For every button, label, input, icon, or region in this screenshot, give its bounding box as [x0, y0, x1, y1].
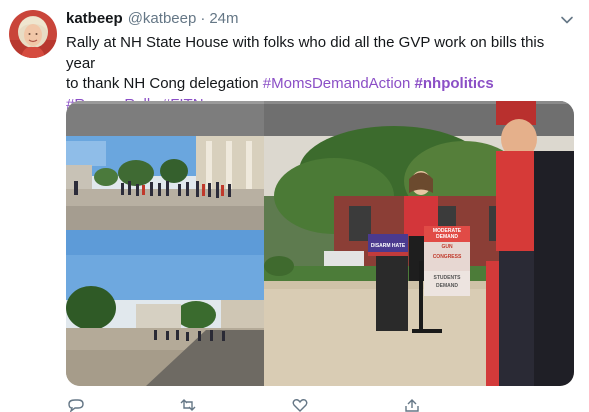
svg-text:DEMAND: DEMAND — [436, 234, 458, 240]
share-icon[interactable] — [402, 398, 422, 412]
tweet-text-line-1: Rally at NH State House with folks who d… — [66, 34, 545, 72]
photo-panorama-crowd[interactable] — [66, 101, 264, 230]
display-name[interactable]: katbeep — [66, 10, 123, 27]
like-icon[interactable] — [290, 398, 310, 412]
chevron-down-icon[interactable] — [559, 12, 575, 28]
retweet-icon[interactable] — [178, 398, 198, 412]
sign-disarm-hate: DISARM HATE — [371, 243, 406, 249]
header-separator: · — [200, 10, 206, 27]
tweet-action-bar — [66, 398, 426, 412]
svg-text:CONGRESS: CONGRESS — [433, 254, 462, 260]
avatar-image — [9, 10, 57, 58]
svg-text:GUN: GUN — [441, 244, 453, 250]
avatar[interactable] — [9, 10, 57, 58]
photo-speaker-podium[interactable]: DISARM HATE MODERATE DEMAND GUN CONGRESS… — [264, 101, 574, 386]
user-handle[interactable]: @katbeep — [128, 10, 197, 27]
hashtag-momsdemandaction[interactable]: #MomsDemandAction — [263, 75, 411, 92]
svg-text:DEMAND: DEMAND — [436, 283, 458, 289]
tweet-header: katbeep @katbeep · 24m — [66, 10, 239, 30]
svg-text:STUDENTS: STUDENTS — [434, 275, 462, 281]
tweet-timestamp[interactable]: 24m — [209, 10, 238, 27]
reply-icon[interactable] — [66, 398, 86, 412]
tweet-text-prefix: to thank NH Cong delegation — [66, 75, 263, 92]
hashtag-nhpolitics[interactable]: #nhpolitics — [415, 75, 494, 92]
tweet-text-line-2: to thank NH Cong delegation #MomsDemandA… — [66, 74, 566, 95]
photo-plaza-panorama[interactable] — [66, 230, 264, 386]
sign-moms-demand: MODERATE DEMAND GUN CONGRESS STUDENTS DE… — [433, 228, 462, 289]
media-grid: DISARM HATE MODERATE DEMAND GUN CONGRESS… — [66, 101, 574, 386]
